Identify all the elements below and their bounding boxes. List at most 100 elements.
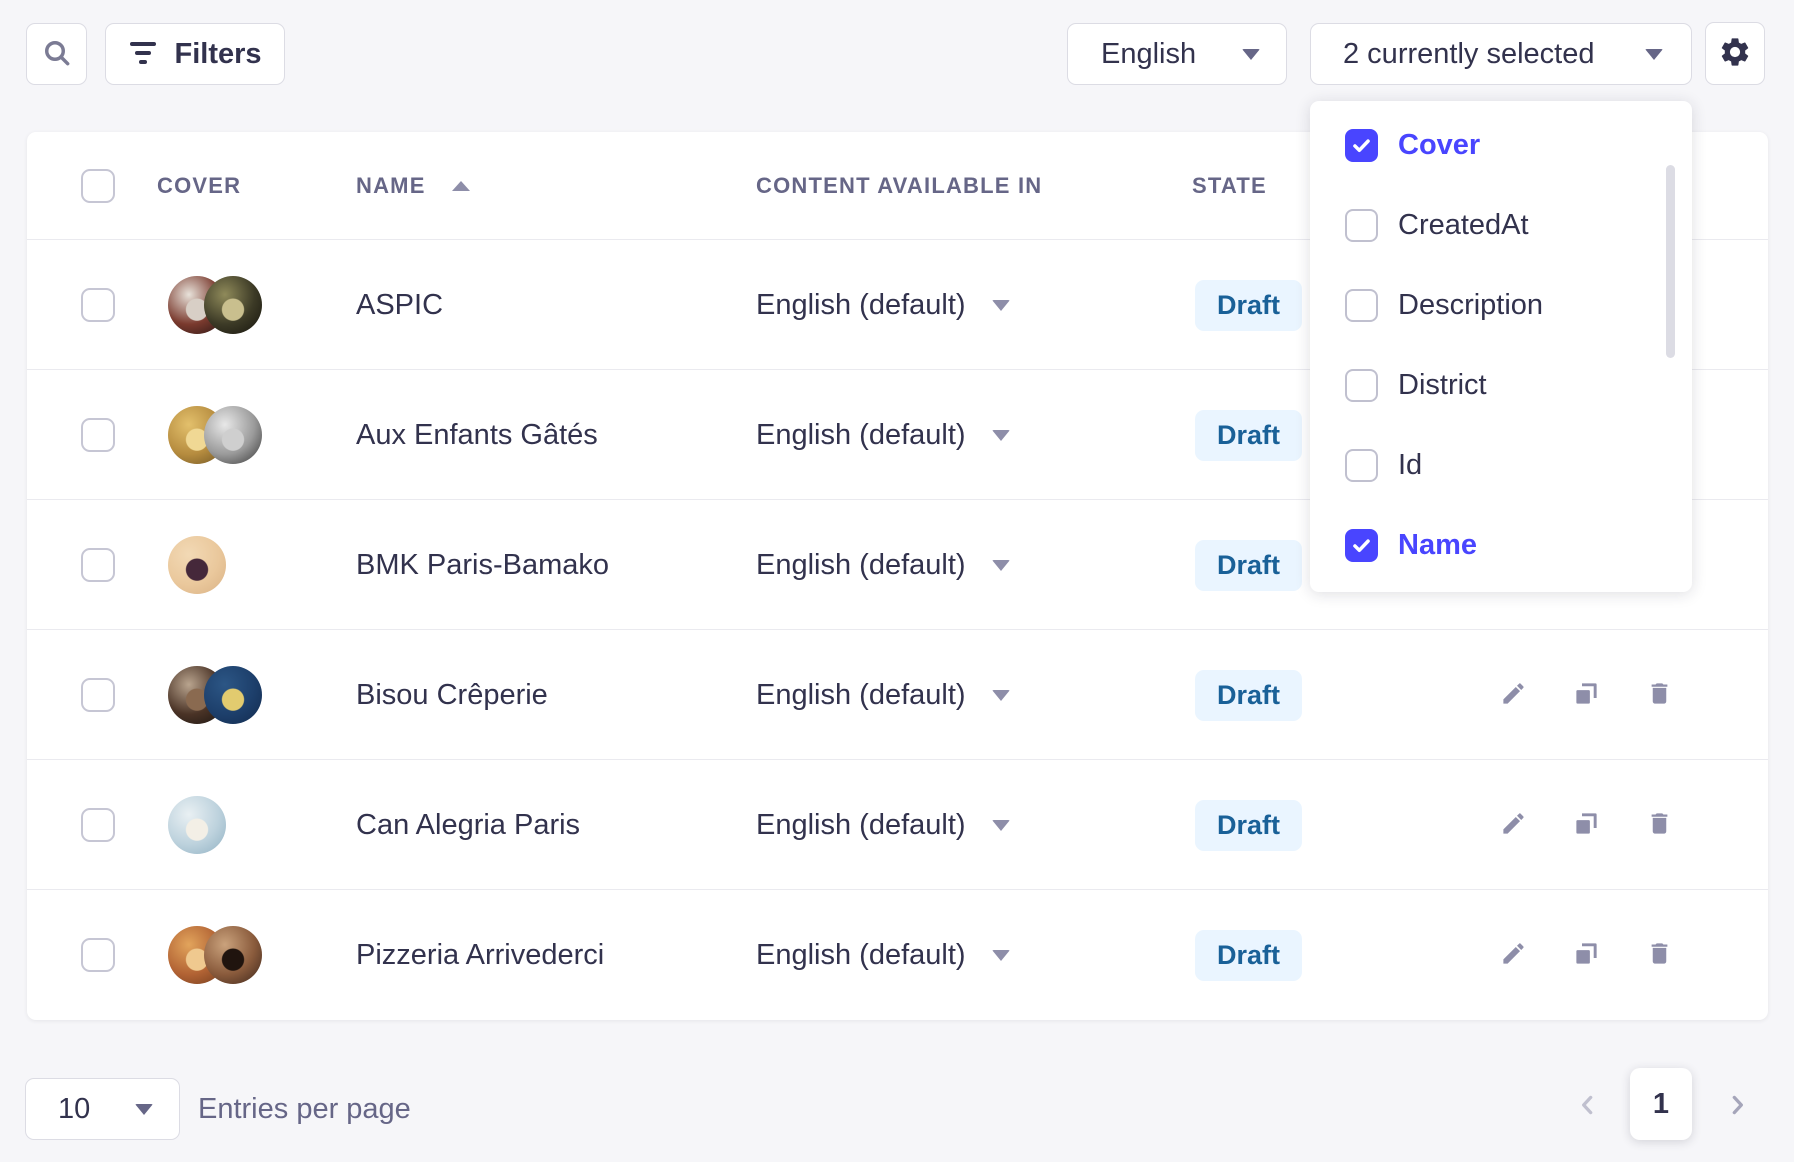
column-header-state: STATE bbox=[1192, 132, 1267, 240]
row-actions bbox=[1493, 805, 1679, 845]
state-badge: Draft bbox=[1195, 540, 1302, 591]
edit-button[interactable] bbox=[1493, 935, 1533, 975]
pencil-icon bbox=[1500, 940, 1527, 970]
row-locale-value: English (default) bbox=[756, 679, 966, 712]
chevron-right-icon bbox=[1724, 1092, 1750, 1121]
trash-icon bbox=[1646, 810, 1673, 840]
duplicate-icon bbox=[1573, 810, 1600, 840]
row-locale-select[interactable]: English (default) bbox=[756, 630, 1010, 760]
entries-per-page-label: Entries per page bbox=[198, 1078, 411, 1140]
cover-image bbox=[204, 926, 262, 984]
row-checkbox[interactable] bbox=[81, 418, 115, 452]
row-checkbox[interactable] bbox=[81, 678, 115, 712]
filters-label: Filters bbox=[174, 38, 261, 71]
column-option-label: Name bbox=[1398, 529, 1477, 562]
filter-icon bbox=[128, 40, 158, 69]
chevron-left-icon bbox=[1575, 1092, 1601, 1121]
column-option[interactable]: Cover bbox=[1310, 105, 1692, 185]
content-manager-list-view: Filters English 2 currently selected COV… bbox=[0, 0, 1794, 1162]
page-1-button[interactable]: 1 bbox=[1630, 1068, 1692, 1140]
locale-select-value: English bbox=[1101, 38, 1196, 71]
column-option-checkbox[interactable] bbox=[1345, 209, 1378, 242]
row-locale-value: English (default) bbox=[756, 549, 966, 582]
edit-button[interactable] bbox=[1493, 675, 1533, 715]
column-option[interactable]: Id bbox=[1310, 425, 1692, 505]
table-row[interactable]: Pizzeria Arrivederci English (default) D… bbox=[27, 890, 1768, 1020]
search-icon bbox=[41, 37, 73, 72]
cover-image bbox=[168, 536, 226, 594]
edit-button[interactable] bbox=[1493, 805, 1533, 845]
column-picker-dropdown: Cover CreatedAt Description District bbox=[1310, 101, 1692, 592]
previous-page-button[interactable] bbox=[1568, 1086, 1608, 1126]
search-button[interactable] bbox=[26, 23, 87, 85]
duplicate-button[interactable] bbox=[1566, 935, 1606, 975]
column-option[interactable]: Description bbox=[1310, 265, 1692, 345]
table-row[interactable]: Can Alegria Paris English (default) Draf… bbox=[27, 760, 1768, 890]
chevron-down-icon bbox=[992, 950, 1010, 961]
entry-name: BMK Paris-Bamako bbox=[356, 500, 609, 630]
column-option-label: District bbox=[1398, 369, 1487, 402]
row-locale-select[interactable]: English (default) bbox=[756, 500, 1010, 630]
column-header-content-available-in: CONTENT AVAILABLE IN bbox=[756, 132, 1042, 240]
cover-image bbox=[204, 406, 262, 464]
page-size-select[interactable]: 10 bbox=[25, 1078, 180, 1140]
duplicate-button[interactable] bbox=[1566, 675, 1606, 715]
column-option-checkbox[interactable] bbox=[1345, 529, 1378, 562]
select-all-checkbox[interactable] bbox=[81, 169, 115, 203]
duplicate-button[interactable] bbox=[1566, 805, 1606, 845]
locale-select[interactable]: English bbox=[1067, 23, 1287, 85]
delete-button[interactable] bbox=[1639, 935, 1679, 975]
row-locale-select[interactable]: English (default) bbox=[756, 890, 1010, 1020]
table-row[interactable]: Bisou Crêperie English (default) Draft bbox=[27, 630, 1768, 760]
column-option[interactable]: CreatedAt bbox=[1310, 185, 1692, 265]
scrollbar-thumb[interactable] bbox=[1666, 165, 1675, 358]
row-checkbox[interactable] bbox=[81, 548, 115, 582]
settings-button[interactable] bbox=[1705, 22, 1765, 85]
trash-icon bbox=[1646, 680, 1673, 710]
row-checkbox[interactable] bbox=[81, 808, 115, 842]
entry-name: Pizzeria Arrivederci bbox=[356, 890, 604, 1020]
column-header-name[interactable]: NAME bbox=[356, 132, 470, 240]
checkmark-icon bbox=[1351, 135, 1372, 156]
column-option-checkbox[interactable] bbox=[1345, 129, 1378, 162]
row-checkbox[interactable] bbox=[81, 288, 115, 322]
column-option[interactable]: District bbox=[1310, 345, 1692, 425]
column-option-checkbox[interactable] bbox=[1345, 449, 1378, 482]
pencil-icon bbox=[1500, 810, 1527, 840]
chevron-down-icon bbox=[1645, 49, 1663, 60]
duplicate-icon bbox=[1573, 940, 1600, 970]
trash-icon bbox=[1646, 940, 1673, 970]
filters-button[interactable]: Filters bbox=[105, 23, 285, 85]
chevron-down-icon bbox=[135, 1104, 153, 1115]
state-badge: Draft bbox=[1195, 800, 1302, 851]
entry-name: Can Alegria Paris bbox=[356, 760, 580, 890]
column-picker-items: Cover CreatedAt Description District bbox=[1310, 105, 1692, 585]
row-actions bbox=[1493, 675, 1679, 715]
chevron-down-icon bbox=[992, 430, 1010, 441]
chevron-down-icon bbox=[1242, 49, 1260, 60]
chevron-down-icon bbox=[992, 560, 1010, 571]
chevron-down-icon bbox=[992, 690, 1010, 701]
column-header-cover: COVER bbox=[157, 132, 241, 240]
column-option-checkbox[interactable] bbox=[1345, 289, 1378, 322]
row-checkbox[interactable] bbox=[81, 938, 115, 972]
next-page-button[interactable] bbox=[1717, 1086, 1757, 1126]
row-locale-value: English (default) bbox=[756, 809, 966, 842]
column-option[interactable]: Name bbox=[1310, 505, 1692, 585]
state-badge: Draft bbox=[1195, 410, 1302, 461]
pencil-icon bbox=[1500, 680, 1527, 710]
column-header-name-label: NAME bbox=[356, 173, 426, 199]
entry-name: ASPIC bbox=[356, 240, 443, 370]
state-badge: Draft bbox=[1195, 670, 1302, 721]
column-option-checkbox[interactable] bbox=[1345, 369, 1378, 402]
column-option-label: Cover bbox=[1398, 129, 1480, 162]
columns-select[interactable]: 2 currently selected bbox=[1310, 23, 1692, 85]
row-locale-select[interactable]: English (default) bbox=[756, 240, 1010, 370]
row-locale-select[interactable]: English (default) bbox=[756, 760, 1010, 890]
delete-button[interactable] bbox=[1639, 675, 1679, 715]
checkmark-icon bbox=[1351, 535, 1372, 556]
row-locale-select[interactable]: English (default) bbox=[756, 370, 1010, 500]
cover-image bbox=[168, 796, 226, 854]
row-locale-value: English (default) bbox=[756, 289, 966, 322]
delete-button[interactable] bbox=[1639, 805, 1679, 845]
